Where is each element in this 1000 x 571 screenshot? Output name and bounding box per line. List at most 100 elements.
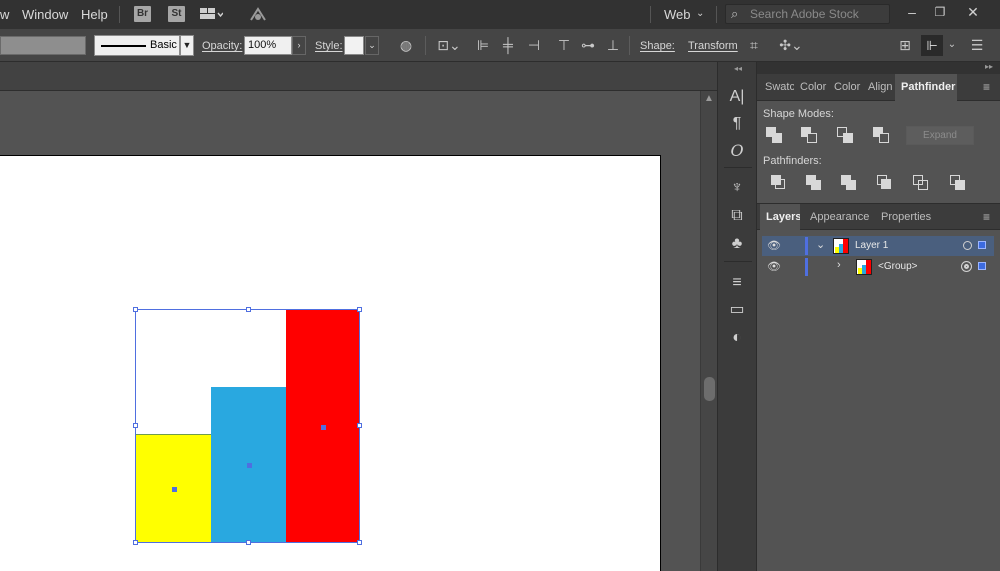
target-circle-icon[interactable]: [963, 241, 972, 250]
close-button[interactable]: ✕: [958, 1, 988, 23]
trim-button[interactable]: [806, 175, 824, 193]
grid-layout-icon[interactable]: ⊞: [897, 37, 913, 53]
puppet-warp-icon[interactable]: ✣⌄: [774, 37, 808, 53]
pathfinder-tab-bar: Swatc Color Color Align Pathfinder ≡: [757, 74, 1000, 101]
visibility-eye-icon[interactable]: 👁: [767, 239, 781, 252]
tab-appearance[interactable]: Appearance: [807, 204, 872, 231]
layer-name[interactable]: Layer 1: [855, 240, 888, 251]
stock-button[interactable]: St: [168, 6, 185, 22]
tab-properties[interactable]: Properties: [878, 204, 934, 231]
style-dropdown[interactable]: ⌄: [365, 36, 379, 55]
symbols-sprayer-icon[interactable]: ♆: [726, 177, 748, 199]
transparency-panel-icon[interactable]: ◐: [726, 327, 748, 349]
align-bottom-icon[interactable]: ⊥: [605, 37, 621, 53]
fill-swatch[interactable]: [0, 36, 86, 55]
graphic-style-swatch[interactable]: [344, 36, 364, 55]
opacity-field[interactable]: 100%: [244, 36, 292, 55]
handle-top-right[interactable]: [357, 307, 362, 312]
align-panel-icon[interactable]: ⊩: [921, 35, 943, 56]
gradient-panel-icon[interactable]: ▭: [726, 299, 748, 321]
chevron-down-icon[interactable]: ⌄: [696, 8, 704, 19]
chevron-right-icon[interactable]: ›: [837, 259, 841, 271]
visibility-eye-icon[interactable]: 👁: [767, 260, 781, 273]
stroke-panel-icon[interactable]: ≡: [726, 272, 748, 294]
transform-label[interactable]: Transform: [688, 40, 738, 52]
chevron-down-icon[interactable]: ⌄: [816, 238, 825, 251]
stroke-style-dropdown[interactable]: ▼: [180, 35, 194, 56]
layer-name[interactable]: <Group>: [878, 261, 917, 272]
tab-align[interactable]: Align: [865, 74, 895, 101]
chevron-down-icon[interactable]: ⌄: [944, 37, 960, 53]
merge-button[interactable]: [841, 175, 859, 193]
align-vertical-center-icon[interactable]: ⊶: [580, 37, 596, 53]
bridge-button[interactable]: Br: [134, 6, 151, 22]
handle-top-center[interactable]: [246, 307, 251, 312]
selection-bounding-box[interactable]: [133, 307, 362, 545]
layer-color-bar: [805, 237, 808, 255]
tab-swatches[interactable]: Swatc: [762, 74, 794, 101]
tab-color[interactable]: Color: [797, 74, 829, 101]
align-right-icon[interactable]: ⊣: [526, 37, 542, 53]
recolor-artwork-icon[interactable]: ◍: [398, 37, 414, 53]
layer-row[interactable]: 👁 › <Group>: [762, 257, 994, 277]
restore-button[interactable]: ❐: [925, 1, 955, 23]
unite-button[interactable]: [766, 127, 784, 145]
isolate-group-icon[interactable]: ⌗: [746, 37, 762, 53]
minimize-button[interactable]: –: [897, 1, 927, 23]
scrollbar-thumb[interactable]: [704, 377, 715, 401]
menu-window[interactable]: Window: [22, 7, 68, 22]
align-horizontal-center-icon[interactable]: ╪: [500, 37, 516, 53]
asset-export-icon[interactable]: ⧉: [726, 205, 748, 227]
handle-bottom-center[interactable]: [246, 540, 251, 545]
tab-color-guide[interactable]: Color: [831, 74, 863, 101]
handle-middle-left[interactable]: [133, 423, 138, 428]
panel-dock-header: ▸▸: [757, 62, 1000, 74]
shape-label[interactable]: Shape:: [640, 40, 675, 52]
crop-button[interactable]: [877, 175, 895, 193]
character-panel-icon[interactable]: A|: [726, 86, 748, 108]
symbols-club-icon[interactable]: ♣: [726, 233, 748, 255]
menu-view[interactable]: w: [0, 7, 9, 22]
opacity-arrow[interactable]: ›: [292, 36, 306, 55]
layer-row[interactable]: 👁 ⌄ Layer 1: [762, 236, 994, 256]
arrange-documents-icon[interactable]: [199, 6, 224, 22]
tab-pathfinder[interactable]: Pathfinder: [895, 74, 957, 101]
gpu-performance-icon[interactable]: [248, 5, 268, 23]
panel-menu-icon[interactable]: ≡: [983, 80, 990, 94]
opacity-label[interactable]: Opacity:: [202, 40, 242, 52]
paragraph-panel-icon[interactable]: ¶: [726, 113, 748, 135]
handle-top-left[interactable]: [133, 307, 138, 312]
expand-button[interactable]: Expand: [906, 126, 974, 145]
shape-modes-label: Shape Modes:: [763, 108, 834, 120]
scroll-up-icon[interactable]: ▲: [704, 93, 714, 104]
selection-indicator[interactable]: [978, 241, 986, 249]
minus-back-button[interactable]: [950, 175, 968, 193]
align-left-icon[interactable]: ⊫: [475, 37, 491, 53]
tab-layers[interactable]: Layers: [760, 204, 800, 231]
menu-bar: w Window Help Br St Web ⌄ ⌕ Search Adobe…: [0, 0, 1000, 29]
vertical-scrollbar[interactable]: ▲: [700, 91, 717, 571]
menu-list-icon[interactable]: ☰: [969, 37, 985, 53]
layer-thumbnail: [833, 238, 849, 254]
opentype-panel-icon[interactable]: O: [726, 140, 748, 162]
panel-menu-icon[interactable]: ≡: [983, 210, 990, 224]
stroke-style-picker[interactable]: Basic: [94, 35, 180, 56]
menu-help[interactable]: Help: [81, 7, 108, 22]
handle-middle-right[interactable]: [357, 423, 362, 428]
align-to-selection-icon[interactable]: ⊡⌄: [437, 37, 461, 53]
collapse-dock-icon[interactable]: ▸▸: [985, 62, 993, 71]
handle-bottom-right[interactable]: [357, 540, 362, 545]
control-divider: [425, 36, 426, 55]
workspace-switcher[interactable]: Web: [664, 7, 691, 22]
handle-bottom-left[interactable]: [133, 540, 138, 545]
target-circle-icon[interactable]: [961, 261, 972, 272]
divide-button[interactable]: [771, 175, 789, 193]
collapse-panels-icon[interactable]: ◂◂: [734, 64, 742, 73]
stock-search-input[interactable]: ⌕ Search Adobe Stock: [725, 4, 890, 24]
exclude-button[interactable]: [873, 127, 891, 145]
selection-indicator[interactable]: [978, 262, 986, 270]
align-top-icon[interactable]: ⊤: [556, 37, 572, 53]
intersect-button[interactable]: [837, 127, 855, 145]
minus-front-button[interactable]: [801, 127, 819, 145]
outline-button[interactable]: [913, 175, 931, 193]
